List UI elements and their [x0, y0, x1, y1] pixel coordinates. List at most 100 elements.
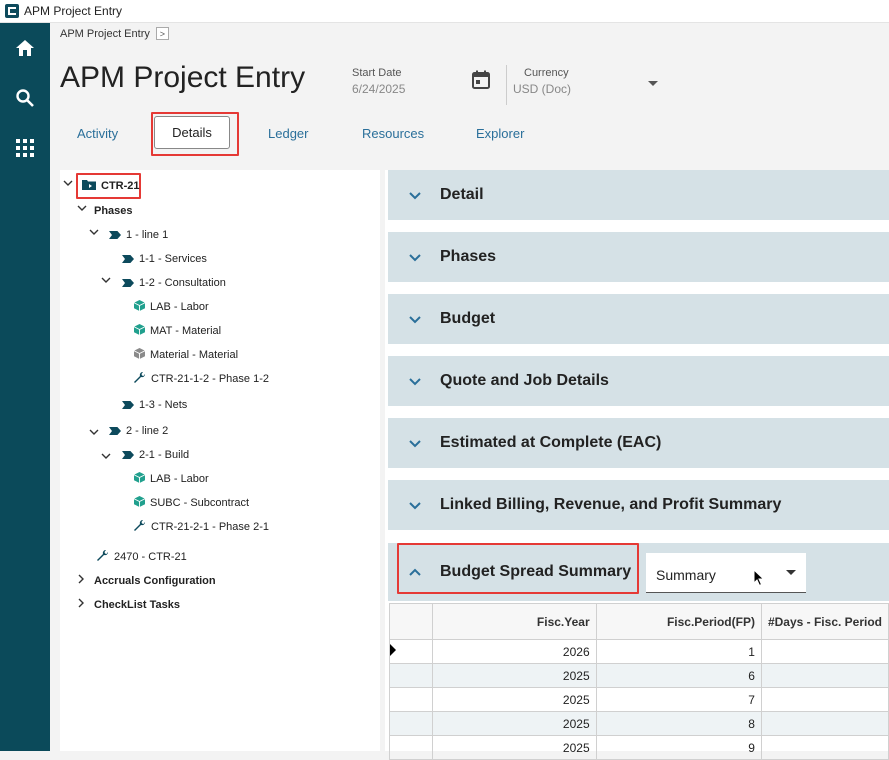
tab-ledger[interactable]: Ledger: [268, 126, 308, 141]
header-divider: [506, 65, 507, 105]
tree-node-subc[interactable]: SUBC - Subcontract: [133, 495, 249, 511]
chevron-down-icon: [409, 502, 421, 510]
currency-select[interactable]: USD (Doc): [513, 82, 571, 96]
currency-label: Currency: [524, 67, 569, 79]
fisc-year-cell[interactable]: 2025: [431, 711, 597, 736]
chevron-right-icon[interactable]: [78, 574, 85, 587]
home-icon[interactable]: [13, 36, 37, 60]
table-row[interactable]: 2025 6: [389, 663, 889, 688]
tree-node-phases[interactable]: Phases: [94, 203, 133, 219]
section-title: Linked Billing, Revenue, and Profit Summ…: [440, 496, 782, 513]
column-header[interactable]: Fisc.Year: [431, 603, 597, 640]
cube-icon: [133, 300, 146, 314]
wrench-icon: [134, 519, 146, 535]
tree-node-phase-2-1[interactable]: CTR-21-2-1 - Phase 2-1: [134, 519, 269, 535]
start-date-field[interactable]: 6/24/2025: [352, 82, 405, 96]
cube-icon: [133, 472, 146, 486]
phase-tag-icon: [122, 401, 134, 409]
days-cell[interactable]: [760, 639, 889, 664]
tree-node-root[interactable]: CTR-21: [82, 178, 140, 194]
section-eac[interactable]: Estimated at Complete (EAC): [388, 418, 889, 469]
project-tree: CTR-21 Phases 1 - line 1 1-1 - Services …: [60, 170, 380, 751]
highlight-box-details-tab: [151, 112, 239, 156]
currency-dropdown-icon[interactable]: [648, 81, 658, 86]
tree-node-consultation[interactable]: 1-2 - Consultation: [122, 275, 226, 291]
table-row[interactable]: 2025 9: [389, 735, 889, 760]
title-bar: APM Project Entry: [0, 0, 889, 23]
tree-node-mat1[interactable]: MAT - Material: [133, 323, 221, 339]
tree-node-label: 1-3 - Nets: [139, 399, 188, 411]
fisc-period-cell[interactable]: 6: [595, 663, 762, 688]
fisc-year-cell[interactable]: 2025: [431, 735, 597, 760]
breadcrumb-item[interactable]: APM Project Entry: [60, 28, 150, 40]
fisc-period-cell[interactable]: 1: [595, 639, 762, 664]
column-header[interactable]: #Days - Fisc. Period: [760, 603, 889, 640]
fisc-period-cell[interactable]: 9: [595, 735, 762, 760]
days-cell[interactable]: [760, 687, 889, 712]
breadcrumb-nav-button[interactable]: >: [155, 27, 169, 40]
tab-activity[interactable]: Activity: [77, 126, 118, 141]
tab-resources[interactable]: Resources: [362, 126, 424, 141]
days-cell[interactable]: [760, 735, 889, 760]
tree-node-label: 2 - line 2: [126, 425, 169, 437]
tree-node-label: LAB - Labor: [150, 473, 209, 485]
fisc-year-cell[interactable]: 2025: [431, 663, 597, 688]
tree-node-label: 1-1 - Services: [139, 253, 207, 265]
days-cell[interactable]: [760, 663, 889, 688]
section-linked-billing[interactable]: Linked Billing, Revenue, and Profit Summ…: [388, 480, 889, 531]
tree-node-label: 1-2 - Consultation: [139, 277, 226, 289]
tree-node-line2[interactable]: 2 - line 2: [109, 423, 168, 439]
chevron-down-icon: [409, 316, 421, 324]
chevron-down-icon: [786, 570, 796, 575]
section-phases[interactable]: Phases: [388, 232, 889, 283]
column-header[interactable]: Fisc.Period(FP): [595, 603, 762, 640]
cube-icon: [133, 324, 146, 338]
section-detail[interactable]: Detail: [388, 170, 889, 221]
fisc-period-cell[interactable]: 7: [595, 687, 762, 712]
page-title: APM Project Entry: [60, 61, 306, 94]
chevron-down-icon[interactable]: [101, 452, 111, 463]
tree-node-accruals[interactable]: Accruals Configuration: [94, 573, 216, 589]
section-quote-job-details[interactable]: Quote and Job Details: [388, 356, 889, 407]
apps-grid-icon[interactable]: [13, 136, 37, 160]
chevron-down-icon: [409, 192, 421, 200]
tree-node-lab1[interactable]: LAB - Labor: [133, 299, 209, 315]
section-title: Budget: [440, 310, 496, 327]
tab-explorer[interactable]: Explorer: [476, 126, 524, 141]
tree-node-line1[interactable]: 1 - line 1: [109, 227, 168, 243]
table-row[interactable]: 2026 1: [389, 639, 889, 664]
tree-node-services[interactable]: 1-1 - Services: [122, 251, 207, 267]
breadcrumb: APM Project Entry >: [60, 27, 169, 40]
tree-node-nets[interactable]: 1-3 - Nets: [122, 397, 187, 413]
tree-node-2470[interactable]: 2470 - CTR-21: [97, 549, 187, 565]
folder-icon: [82, 179, 96, 193]
tree-node-phase-1-2[interactable]: CTR-21-1-2 - Phase 1-2: [134, 371, 269, 387]
fisc-year-cell[interactable]: 2026: [431, 639, 597, 664]
tree-node-lab2[interactable]: LAB - Labor: [133, 471, 209, 487]
table-row[interactable]: 2025 8: [389, 711, 889, 736]
table-row[interactable]: 2025 7: [389, 687, 889, 712]
chevron-down-icon[interactable]: [77, 204, 87, 215]
row-indicator: [389, 639, 433, 664]
section-budget[interactable]: Budget: [388, 294, 889, 345]
fisc-year-cell[interactable]: 2025: [431, 687, 597, 712]
page-header: APM Project Entry > APM Project Entry St…: [50, 23, 889, 170]
search-icon[interactable]: [13, 86, 37, 110]
wrench-icon: [97, 549, 109, 565]
tree-node-label: 2470 - CTR-21: [114, 551, 187, 563]
summary-view-select[interactable]: Summary: [646, 553, 806, 593]
chevron-down-icon[interactable]: [101, 276, 111, 287]
chevron-down-icon[interactable]: [89, 228, 99, 239]
days-cell[interactable]: [760, 711, 889, 736]
grid-header-row: Fisc.Year Fisc.Period(FP) #Days - Fisc. …: [389, 603, 889, 640]
chevron-down-icon[interactable]: [63, 179, 73, 190]
calendar-icon[interactable]: [471, 70, 491, 95]
left-nav-rail: [0, 23, 50, 751]
row-indicator: [389, 663, 433, 688]
chevron-right-icon[interactable]: [78, 598, 85, 611]
fisc-period-cell[interactable]: 8: [595, 711, 762, 736]
tree-node-material[interactable]: Material - Material: [133, 347, 238, 363]
tree-node-checklist[interactable]: CheckList Tasks: [94, 597, 180, 613]
tree-node-build[interactable]: 2-1 - Build: [122, 447, 189, 463]
chevron-down-icon[interactable]: [89, 428, 99, 439]
